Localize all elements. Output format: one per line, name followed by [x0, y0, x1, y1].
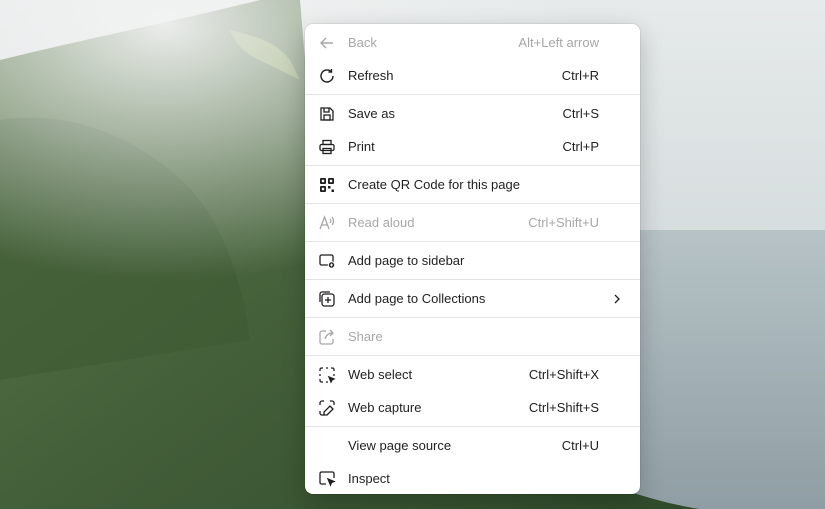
menu-item-shortcut: Ctrl+S — [562, 106, 599, 121]
menu-item-shortcut: Alt+Left arrow — [518, 35, 599, 50]
menu-item-web-select[interactable]: Web select Ctrl+Shift+X — [305, 358, 640, 391]
printer-icon — [318, 138, 336, 156]
refresh-icon — [318, 67, 336, 85]
menu-item-label: Back — [348, 35, 377, 50]
menu-item-share[interactable]: Share — [305, 320, 640, 353]
collections-add-icon — [318, 290, 336, 308]
menu-item-label: Save as — [348, 106, 395, 121]
menu-item-shortcut: Ctrl+R — [561, 68, 599, 83]
inspect-icon — [318, 470, 336, 488]
menu-item-shortcut: Ctrl+P — [562, 139, 599, 154]
menu-item-shortcut: Ctrl+Shift+U — [528, 215, 599, 230]
menu-item-label: Inspect — [348, 471, 390, 486]
save-icon — [318, 105, 336, 123]
web-capture-icon — [318, 399, 336, 417]
menu-separator — [305, 203, 640, 204]
context-menu: Back Alt+Left arrow Refresh Ctrl+R Save … — [305, 24, 640, 494]
menu-separator — [305, 426, 640, 427]
menu-item-label: Web select — [348, 367, 413, 382]
read-aloud-icon — [318, 214, 336, 232]
menu-item-label: Add page to sidebar — [348, 253, 465, 268]
menu-item-label: Print — [348, 139, 375, 154]
menu-item-create-qr-code[interactable]: Create QR Code for this page — [305, 168, 640, 201]
menu-item-label: Add page to Collections — [348, 291, 486, 306]
menu-item-read-aloud[interactable]: Read aloud Ctrl+Shift+U — [305, 206, 640, 239]
qr-code-icon — [318, 176, 336, 194]
menu-separator — [305, 241, 640, 242]
menu-item-label: View page source — [348, 438, 452, 453]
menu-item-print[interactable]: Print Ctrl+P — [305, 130, 640, 163]
web-select-icon — [318, 366, 336, 384]
menu-separator — [305, 165, 640, 166]
back-arrow-icon — [318, 34, 336, 52]
menu-item-back[interactable]: Back Alt+Left arrow — [305, 26, 640, 59]
menu-item-label: Create QR Code for this page — [348, 177, 520, 192]
menu-item-label: Web capture — [348, 400, 422, 415]
menu-item-shortcut: Ctrl+Shift+S — [528, 400, 599, 415]
menu-item-web-capture[interactable]: Web capture Ctrl+Shift+S — [305, 391, 640, 424]
menu-item-view-page-source[interactable]: View page source Ctrl+U — [305, 429, 640, 462]
menu-item-shortcut: Ctrl+U — [561, 438, 599, 453]
menu-item-label: Refresh — [348, 68, 394, 83]
sidebar-add-icon — [318, 252, 336, 270]
share-icon — [318, 328, 336, 346]
menu-item-shortcut: Ctrl+Shift+X — [528, 367, 599, 382]
menu-separator — [305, 279, 640, 280]
menu-separator — [305, 94, 640, 95]
menu-item-save-as[interactable]: Save as Ctrl+S — [305, 97, 640, 130]
menu-item-add-page-to-collections[interactable]: Add page to Collections — [305, 282, 640, 315]
menu-item-inspect[interactable]: Inspect — [305, 462, 640, 495]
menu-item-label: Share — [348, 329, 383, 344]
menu-item-label: Read aloud — [348, 215, 415, 230]
menu-item-add-page-to-sidebar[interactable]: Add page to sidebar — [305, 244, 640, 277]
menu-item-refresh[interactable]: Refresh Ctrl+R — [305, 59, 640, 92]
chevron-right-icon — [614, 294, 620, 303]
menu-separator — [305, 317, 640, 318]
menu-separator — [305, 355, 640, 356]
